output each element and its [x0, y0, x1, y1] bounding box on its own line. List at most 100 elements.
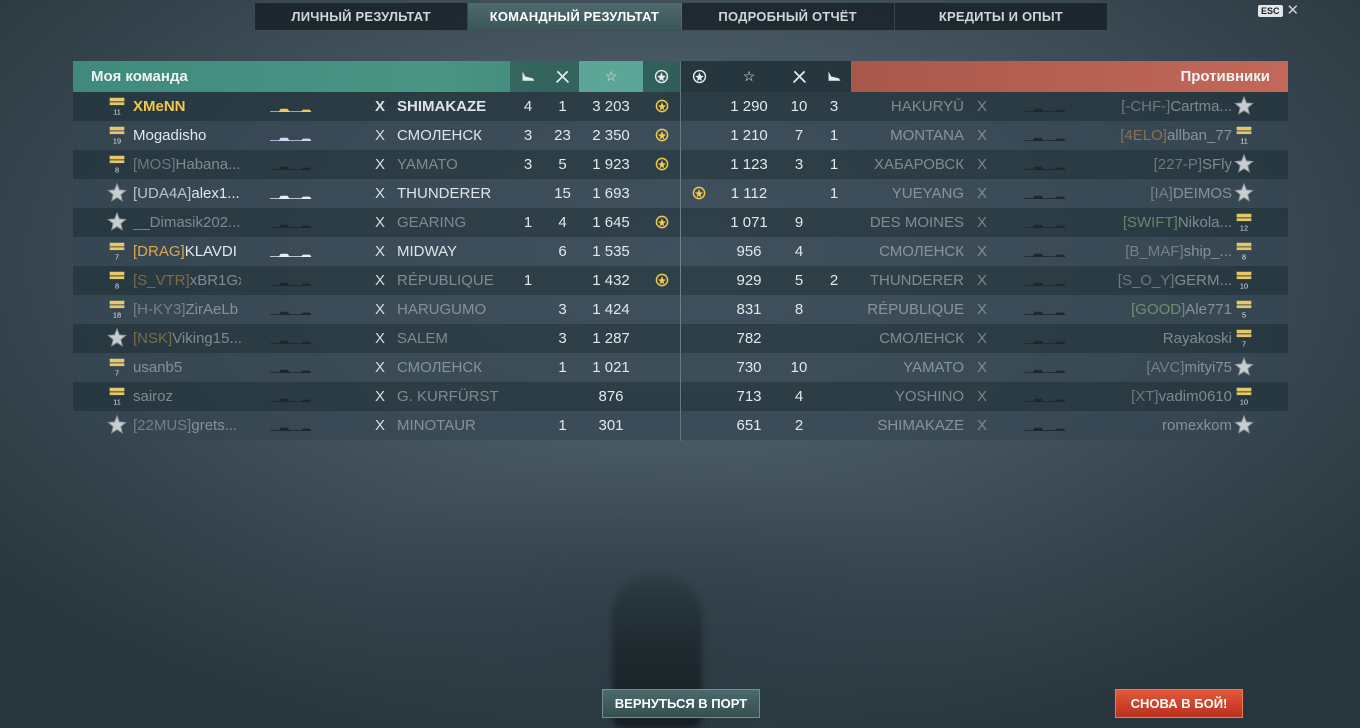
base-xp: 956: [736, 243, 762, 260]
x-marker: X: [976, 214, 987, 231]
svg-text:7: 7: [115, 252, 119, 261]
player-name[interactable]: [-CHF-]Cartma...: [1106, 92, 1232, 121]
planes-count: [817, 208, 851, 237]
ship-silhouette-icon: [997, 158, 1107, 170]
planes-count: [510, 324, 546, 353]
player-name[interactable]: [SWIFT]Nikola...: [1106, 208, 1232, 237]
planes-count: [510, 179, 546, 208]
ribbon-icon[interactable]: [681, 61, 717, 92]
player-name[interactable]: __Dimasik202...: [133, 208, 241, 237]
player-name[interactable]: usanb5: [133, 353, 241, 382]
player-name[interactable]: [B_MAF]ship_...: [1106, 237, 1232, 266]
player-name[interactable]: [MOS]Habana...: [133, 150, 241, 179]
player-name[interactable]: [AVC]mityi75: [1106, 353, 1232, 382]
player-name[interactable]: [XT]vadim0610: [1106, 382, 1232, 411]
player-name[interactable]: Mogadisho: [133, 121, 241, 150]
player-name[interactable]: romexkom: [1106, 411, 1232, 440]
player-nickname: ZirAeLb: [185, 301, 239, 318]
x-marker: X: [976, 243, 987, 260]
base-xp: 831: [736, 301, 762, 318]
player-name[interactable]: [UDA4A]alex1...: [133, 179, 241, 208]
table-row[interactable]: [NSK]Viking15... X SALEM 3 1 287: [73, 324, 680, 353]
table-row[interactable]: 7 [DRAG]KLAVDI X MIDWAY 6 1 535: [73, 237, 680, 266]
table-row[interactable]: 8 [MOS]Habana... X YAMATO 3 5 1 923: [73, 150, 680, 179]
planes-count: [817, 353, 851, 382]
table-row[interactable]: __Dimasik202... X GEARING 1 4 1 645: [73, 208, 680, 237]
my-team-table: Моя команда ☆ 11 XMeNN X SHIMAKAZE 4 1 3 203 19…: [73, 61, 680, 440]
tab-personal-result[interactable]: ЛИЧНЫЙ РЕЗУЛЬТАТ: [255, 3, 469, 30]
player-name[interactable]: [S_O_Y]GERM...: [1106, 266, 1232, 295]
table-row[interactable]: [UDA4A]alex1... X THUNDERER 15 1 693: [73, 179, 680, 208]
table-row[interactable]: 782 СМОЛЕНСК X Rayakoski 7: [681, 324, 1288, 353]
svg-text:18: 18: [113, 310, 121, 319]
medal-empty: [681, 353, 717, 382]
x-marker: X: [976, 359, 987, 376]
player-name[interactable]: [S_VTR]xBR1Gx: [133, 266, 241, 295]
ship-name: DES MOINES: [869, 214, 964, 231]
kills-icon[interactable]: [546, 61, 579, 92]
base-xp: 1 290: [730, 98, 768, 115]
table-row[interactable]: 730 10 YAMATO X [AVC]mityi75: [681, 353, 1288, 382]
player-name[interactable]: [4ELO]allban_77: [1106, 121, 1232, 150]
clan-tag: [H-KY3]: [133, 301, 186, 318]
ribbon-icon[interactable]: [643, 61, 680, 92]
table-row[interactable]: 1 123 3 1 ХАБАРОВСК X [227-P]SFly: [681, 150, 1288, 179]
medal-empty: [681, 382, 717, 411]
tab-detailed-report[interactable]: ПОДРОБНЫЙ ОТЧЁТ: [682, 3, 895, 30]
kills-icon[interactable]: [781, 61, 817, 92]
table-row[interactable]: 929 5 2 THUNDERER X [S_O_Y]GERM... 10: [681, 266, 1288, 295]
player-name[interactable]: Rayakoski: [1106, 324, 1232, 353]
planes-count: [510, 237, 546, 266]
table-row[interactable]: 8 [S_VTR]xBR1Gx X RÉPUBLIQUE 1 1 432: [73, 266, 680, 295]
close-control[interactable]: ESC ✕: [1258, 3, 1300, 18]
table-row[interactable]: 1 071 9 DES MOINES X [SWIFT]Nikola... 12: [681, 208, 1288, 237]
x-marker: X: [976, 185, 987, 202]
table-row[interactable]: [22MUS]grets... X MINOTAUR 1 301: [73, 411, 680, 440]
table-row[interactable]: 1 290 10 3 HAKURYŪ X [-CHF-]Cartma...: [681, 92, 1288, 121]
clan-tag: [DRAG]: [133, 243, 185, 260]
table-row[interactable]: 651 2 SHIMAKAZE Xromexkom: [681, 411, 1288, 440]
player-nickname: sairoz: [133, 388, 174, 405]
player-name[interactable]: [DRAG]KLAVDI: [133, 237, 241, 266]
base-xp: 1 693: [592, 185, 630, 202]
player-name[interactable]: [GOOD]Ale771: [1106, 295, 1232, 324]
player-name[interactable]: [NSK]Viking15...: [133, 324, 241, 353]
table-row[interactable]: 713 4 YOSHINO X [XT]vadim0610 10: [681, 382, 1288, 411]
table-row[interactable]: 11 XMeNN X SHIMAKAZE 4 1 3 203: [73, 92, 680, 121]
player-name[interactable]: [H-KY3]ZirAeLb: [133, 295, 241, 324]
tab-credits-xp[interactable]: КРЕДИТЫ И ОПЫТ: [895, 3, 1107, 30]
kills-count: 3: [558, 330, 567, 347]
player-name[interactable]: [227-P]SFly: [1106, 150, 1232, 179]
table-row[interactable]: 18 [H-KY3]ZirAeLb X HARUGUMO 3 1 424: [73, 295, 680, 324]
return-to-port-button[interactable]: ВЕРНУТЬСЯ В ПОРТ: [602, 689, 760, 718]
kills-count: 9: [794, 214, 804, 231]
planes-icon[interactable]: [817, 61, 851, 92]
enemy-team-title: Противники: [1180, 68, 1270, 85]
table-row[interactable]: 956 4 СМОЛЕНСК X [B_MAF]ship_... 8: [681, 237, 1288, 266]
star-icon[interactable]: ☆: [579, 61, 643, 92]
player-nickname: alex1...: [191, 185, 240, 202]
table-row[interactable]: 11 sairoz X G. KURFÜRST 876: [73, 382, 680, 411]
player-name[interactable]: [IA]DEIMOS: [1106, 179, 1232, 208]
planes-count: 3: [523, 127, 533, 144]
clan-tag: [NSK]: [133, 330, 173, 347]
my-team-rows: 11 XMeNN X SHIMAKAZE 4 1 3 203 19 Mogadisho X СМОЛ…: [73, 92, 680, 440]
table-row[interactable]: 7 usanb5 X СМОЛЕНСК 1 1 021: [73, 353, 680, 382]
star-icon[interactable]: ☆: [717, 61, 781, 92]
ship-name: THUNDERER: [397, 185, 492, 202]
tab-team-result[interactable]: КОМАНДНЫЙ РЕЗУЛЬТАТ: [468, 3, 682, 30]
table-row[interactable]: 1 112 1 YUEYANG X [IA]DEIMOS: [681, 179, 1288, 208]
my-team-header: Моя команда ☆: [73, 61, 680, 92]
battle-again-button[interactable]: СНОВА В БОЙ!: [1115, 689, 1243, 718]
player-name[interactable]: sairoz: [133, 382, 241, 411]
player-name[interactable]: [22MUS]grets...: [133, 411, 241, 440]
table-row[interactable]: 831 8 RÉPUBLIQUE X [GOOD]Ale771 5: [681, 295, 1288, 324]
svg-text:8: 8: [115, 281, 119, 290]
player-name[interactable]: XMeNN: [133, 92, 241, 121]
close-icon[interactable]: ✕: [1287, 3, 1300, 18]
table-row[interactable]: 19 Mogadisho X СМОЛЕНСК 3 23 2 350: [73, 121, 680, 150]
planes-icon[interactable]: [510, 61, 546, 92]
ship-silhouette-icon: [243, 158, 353, 170]
table-row[interactable]: 1 210 7 1 MONTANA X [4ELO]allban_77 11: [681, 121, 1288, 150]
ship-silhouette-icon: [243, 216, 353, 228]
